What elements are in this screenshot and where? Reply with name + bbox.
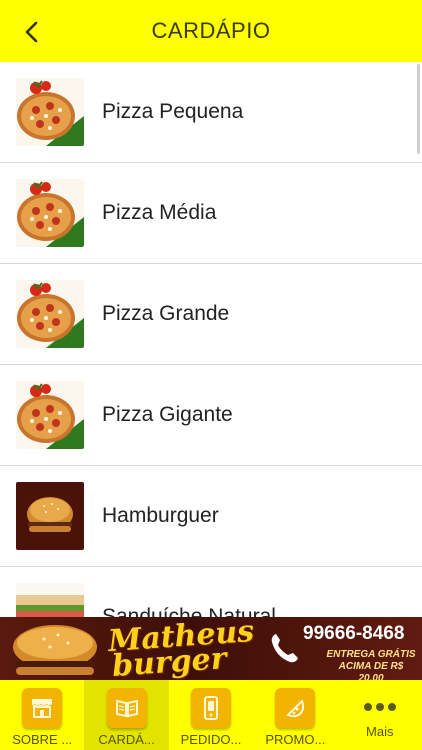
list-item[interactable]: Sanduíche Natural [0,567,422,617]
list-item[interactable]: Pizza Grande [0,264,422,365]
pizza-image [16,280,84,348]
list-item-label: Hamburguer [102,504,219,527]
list-item[interactable]: Pizza Pequena [0,62,422,163]
menu-list[interactable]: Pizza Pequena Pizza Média Pizza Grande P… [0,62,422,617]
page-title: CARDÁPIO [151,18,271,43]
menu-book-icon [106,688,147,728]
list-item[interactable]: Pizza Média [0,163,422,264]
pizza-image [16,78,84,146]
list-item-label: Pizza Média [102,201,217,224]
tab-label: PEDIDO... [180,732,242,747]
ad-delivery-note: ENTREGA GRÁTIS ACIMA DE R$ 20,00 [325,649,417,680]
ad-note-line2: ACIMA DE R$ 20,00 [338,661,404,680]
tab-label: PROMO... [265,732,326,747]
tab-label: CARDÁ... [98,732,155,747]
more-dots-icon [362,690,398,724]
phone-order-icon [190,688,231,728]
tab-sobre[interactable]: SOBRE ... [0,680,84,750]
tab-promo[interactable]: PROMO... [253,680,337,750]
pizza-image [16,179,84,247]
back-button[interactable] [14,14,50,50]
tab-label: SOBRE ... [12,732,73,747]
tab-mais[interactable]: Mais [338,680,422,750]
list-item-label: Sanduíche Natural [102,605,276,617]
burger-logo-icon [13,625,97,675]
phone-icon [271,634,298,663]
tab-label: Mais [366,724,394,739]
tab-bar: SOBRE ... CARDÁ... PEDIDO... PROMO... Ma… [0,680,422,750]
store-icon [22,688,63,728]
ad-banner[interactable]: Matheus burger 99666-8468 ENTREGA GRÁTIS… [0,617,422,680]
list-item-label: Pizza Pequena [102,100,244,123]
ad-note-line1: ENTREGA GRÁTIS [326,649,416,660]
scrollbar[interactable] [417,64,420,154]
list-item[interactable]: Hamburguer [0,466,422,567]
list-item-label: Pizza Gigante [102,403,233,426]
ad-brand-line2: burger [110,641,228,680]
list-item-label: Pizza Grande [102,302,230,325]
ad-phone-number: 99666-8468 [303,623,405,644]
pizza-image [16,381,84,449]
hamburger-image [16,482,84,550]
pizza-slice-icon [275,688,316,728]
tab-pedido[interactable]: PEDIDO... [169,680,253,750]
list-item[interactable]: Pizza Gigante [0,365,422,466]
chevron-left-icon [25,21,38,43]
app-header: CARDÁPIO [0,0,422,62]
tab-cardapio[interactable]: CARDÁ... [84,680,169,750]
sandwich-image [16,583,84,617]
